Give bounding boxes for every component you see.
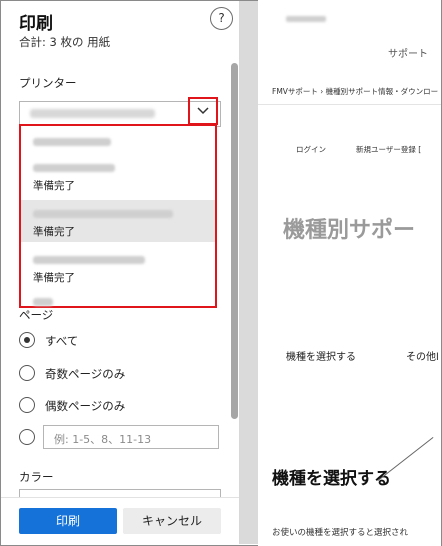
preview-page: サポート FMVサポート › 機種別サポート情報・ダウンロー ログイン 新規ユー… [258, 0, 441, 546]
radio-icon[interactable] [19, 429, 35, 445]
preview-date [286, 16, 326, 22]
printer-option[interactable]: 準備完了 [21, 246, 215, 286]
printer-option[interactable] [21, 126, 215, 154]
page-range-placeholder: 例: 1-5、8、11-13 [54, 433, 152, 446]
printer-selected-value [30, 109, 155, 118]
printer-dropdown-toggle[interactable] [188, 97, 218, 125]
pages-even-label: 偶数ページのみ [45, 399, 126, 413]
preview-login: ログイン [296, 145, 326, 154]
radio-icon[interactable] [19, 365, 35, 381]
preview-divider [258, 104, 441, 105]
printer-option[interactable] [21, 290, 215, 306]
preview-select-model: 機種を選択する [286, 352, 356, 363]
cancel-button[interactable]: キャンセル [123, 508, 221, 534]
printer-label: プリンター [19, 76, 77, 90]
printer-option-status: 準備完了 [33, 272, 75, 284]
printer-option-name [33, 164, 115, 172]
printer-option-name [33, 138, 111, 146]
preview-heading: 機種を選択する [272, 469, 391, 489]
help-icon[interactable]: ? [210, 7, 233, 30]
panel-footer: 印刷 キャンセル [1, 497, 239, 544]
pages-odd-label: 奇数ページのみ [45, 367, 126, 381]
preview-register: 新規ユーザー登録 [ [356, 145, 422, 154]
pages-all-label: すべて [45, 334, 79, 348]
preview-heading-decoration [377, 437, 434, 481]
printer-option-name [33, 298, 53, 306]
preview-body-text: お使いの機種を選択すると選択され [272, 528, 409, 538]
printer-option-name [33, 256, 145, 264]
page-range-input[interactable]: 例: 1-5、8、11-13 [43, 425, 219, 449]
radio-icon[interactable] [19, 397, 35, 413]
radio-checked-icon[interactable] [19, 332, 35, 348]
printer-option-selected[interactable]: 準備完了 [21, 200, 215, 242]
printer-option[interactable]: 準備完了 [21, 156, 215, 196]
printer-option-status: 準備完了 [33, 226, 75, 238]
color-label: カラー [19, 470, 54, 484]
chevron-down-icon [197, 107, 209, 115]
printer-option-name [33, 210, 173, 218]
pages-label: ページ [19, 308, 54, 322]
panel-scrollbar[interactable] [231, 63, 238, 419]
preview-support-text: サポート [388, 49, 428, 60]
panel-title: 印刷 [19, 14, 53, 34]
preview-big-title: 機種別サポー [283, 218, 416, 243]
print-panel: 印刷 合計: 3 枚の 用紙 ? プリンター 準備完了 準備完了 準備完了 ペー… [1, 1, 240, 544]
print-button[interactable]: 印刷 [19, 508, 117, 534]
preview-other: その他l [406, 352, 439, 363]
sheet-count: 合計: 3 枚の 用紙 [19, 35, 111, 49]
printer-dropdown-list: 準備完了 準備完了 準備完了 [19, 124, 217, 308]
printer-option-status: 準備完了 [33, 180, 75, 192]
preview-breadcrumb: FMVサポート › 機種別サポート情報・ダウンロー [272, 87, 439, 96]
